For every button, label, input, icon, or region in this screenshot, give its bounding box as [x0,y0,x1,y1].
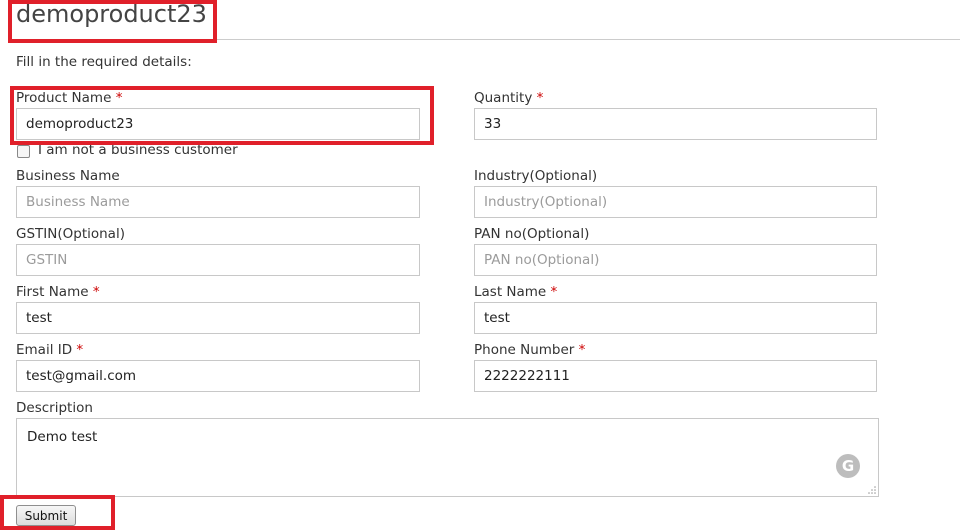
resize-grip-icon[interactable] [868,486,876,494]
title-divider [16,39,960,40]
industry-label: Industry(Optional) [474,168,598,184]
description-label: Description [16,400,93,416]
required-marker: * [115,90,123,106]
email-label: Email ID * [16,342,84,358]
form-intro-text: Fill in the required details: [16,54,192,70]
last-name-input[interactable] [474,302,877,334]
required-marker: * [536,90,544,106]
business-name-label: Business Name [16,168,120,184]
industry-input[interactable] [474,186,877,218]
not-business-checkbox[interactable] [17,145,30,158]
not-business-checkbox-label: I am not a business customer [38,142,238,158]
business-name-input[interactable] [16,186,420,218]
required-marker: * [550,284,558,300]
submit-button[interactable]: Submit [16,505,76,526]
quantity-input[interactable] [474,108,877,140]
gstin-input[interactable] [16,244,420,276]
quantity-label: Quantity * [474,90,544,106]
product-name-label: Product Name * [16,90,123,106]
email-input[interactable] [16,360,420,392]
gstin-label: GSTIN(Optional) [16,226,125,242]
last-name-label: Last Name * [474,284,558,300]
pan-label: PAN no(Optional) [474,226,590,242]
description-textarea[interactable]: Demo test [16,418,879,497]
required-marker: * [76,342,84,358]
page-title: demoproduct23 [16,0,207,28]
pan-input[interactable] [474,244,877,276]
phone-label: Phone Number * [474,342,586,358]
grammarly-icon[interactable]: G [836,454,860,478]
first-name-label: First Name * [16,284,100,300]
phone-input[interactable] [474,360,877,392]
required-marker: * [92,284,100,300]
product-name-input[interactable] [16,108,420,140]
first-name-input[interactable] [16,302,420,334]
required-marker: * [578,342,586,358]
